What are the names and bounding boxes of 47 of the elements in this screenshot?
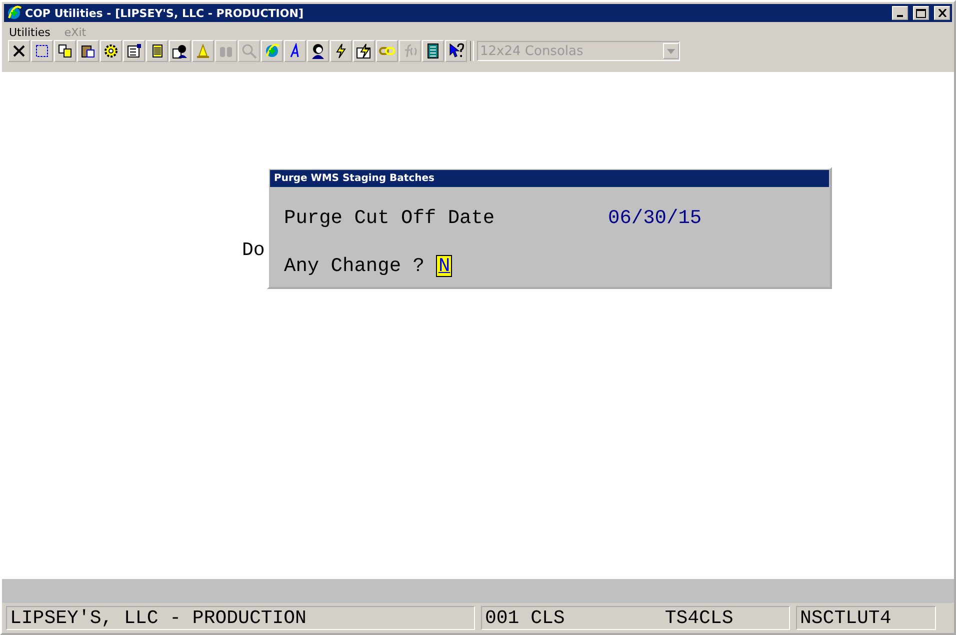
maximize-button[interactable] bbox=[913, 6, 929, 20]
calculator-icon bbox=[425, 43, 441, 59]
toolbar-button[interactable] bbox=[330, 40, 352, 62]
form-icon bbox=[126, 43, 142, 59]
selection-icon bbox=[34, 43, 50, 59]
toolbar-button[interactable] bbox=[169, 40, 191, 62]
lightning-icon bbox=[333, 43, 349, 59]
person-icon bbox=[310, 43, 326, 59]
toolbar-button[interactable] bbox=[31, 40, 53, 62]
background-text: Do bbox=[242, 239, 265, 261]
close-button[interactable] bbox=[934, 6, 950, 20]
toolbar-button[interactable] bbox=[445, 40, 467, 62]
answer-field[interactable]: N bbox=[436, 255, 452, 277]
status-text: TS4CLS bbox=[664, 607, 734, 629]
person-icon bbox=[172, 43, 188, 59]
maximize-icon bbox=[916, 8, 926, 18]
toolbar-button[interactable] bbox=[353, 40, 375, 62]
toolbar-button[interactable] bbox=[8, 40, 30, 62]
toolbar-button[interactable] bbox=[54, 40, 76, 62]
close-icon bbox=[11, 43, 27, 59]
toolbar-button[interactable] bbox=[123, 40, 145, 62]
minimize-button[interactable] bbox=[892, 6, 908, 20]
prompt-label: Any Change ? bbox=[284, 255, 424, 277]
status-text: NSCTLUT4 bbox=[800, 607, 892, 629]
gear-icon bbox=[103, 43, 119, 59]
field-label: Purge Cut Off Date bbox=[284, 207, 496, 229]
globe-icon bbox=[6, 5, 22, 21]
help-pointer-icon bbox=[448, 43, 464, 59]
toolbar-button[interactable] bbox=[307, 40, 329, 62]
search-icon bbox=[241, 43, 257, 59]
close-icon bbox=[938, 9, 946, 17]
toolbar-button[interactable] bbox=[100, 40, 122, 62]
toolbar-button[interactable] bbox=[146, 40, 168, 62]
toolbar-button[interactable] bbox=[284, 40, 306, 62]
menu-item[interactable]: Utilities bbox=[9, 26, 50, 38]
status-text: LIPSEY'S, LLC - PRODUCTION bbox=[10, 607, 306, 629]
status-text: 001 CLS bbox=[485, 607, 565, 629]
field-value: 06/30/15 bbox=[608, 207, 702, 229]
window-title: COP Utilities - [LIPSEY'S, LLC - PRODUCTION] bbox=[25, 6, 304, 20]
function-icon bbox=[402, 43, 418, 59]
globe-icon bbox=[264, 43, 280, 59]
lightning-icon bbox=[356, 43, 372, 59]
paste-icon bbox=[80, 43, 96, 59]
copy-icon bbox=[57, 43, 73, 59]
toolbar-button[interactable] bbox=[77, 40, 99, 62]
dialog-title: Purge WMS Staging Batches bbox=[270, 170, 829, 187]
toolbar-button[interactable] bbox=[422, 40, 444, 62]
